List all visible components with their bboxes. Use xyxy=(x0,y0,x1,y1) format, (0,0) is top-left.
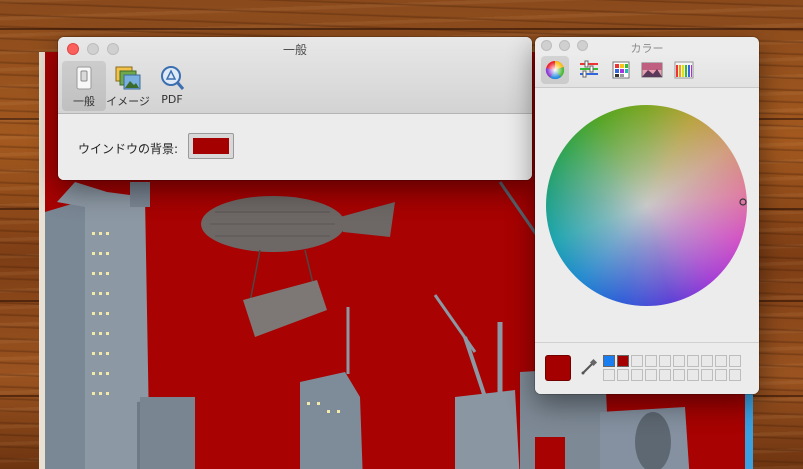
book-spine-edge xyxy=(745,392,753,469)
color-wheel-icon xyxy=(545,60,565,80)
color-swatch-slot[interactable] xyxy=(603,369,615,381)
color-wheel-area xyxy=(535,88,759,385)
color-swatch-slot[interactable] xyxy=(673,369,685,381)
preferences-content: ウインドウの背景: xyxy=(58,114,532,180)
color-swatch-slot[interactable] xyxy=(687,369,699,381)
color-swatch-slot[interactable] xyxy=(715,355,727,367)
color-swatch-slot[interactable] xyxy=(701,355,713,367)
preferences-toolbar: 一般 一般 イメージ PDF xyxy=(58,37,532,114)
color-swatch-slot[interactable] xyxy=(659,369,671,381)
color-swatch-slot[interactable] xyxy=(617,369,629,381)
color-sliders-icon xyxy=(580,60,598,78)
color-swatch-slot[interactable] xyxy=(687,355,699,367)
images-icon xyxy=(115,66,141,90)
eyedropper-icon[interactable] xyxy=(580,358,598,376)
tab-images[interactable]: イメージ xyxy=(106,61,150,111)
color-swatch-slot[interactable] xyxy=(645,355,657,367)
color-swatch-slot[interactable] xyxy=(659,355,671,367)
color-swatch-slot[interactable] xyxy=(617,355,629,367)
tab-color-sliders[interactable] xyxy=(575,56,603,84)
tab-pdf[interactable]: PDF xyxy=(150,61,194,111)
color-swatch-slot[interactable] xyxy=(673,355,685,367)
background-color-swatch xyxy=(193,138,229,154)
wood-plank-seam xyxy=(0,28,803,30)
color-swatch-slot[interactable] xyxy=(631,355,643,367)
color-swatch-slot[interactable] xyxy=(729,355,741,367)
tab-color-wheel[interactable] xyxy=(541,56,569,84)
color-swatch-slot[interactable] xyxy=(645,369,657,381)
window-background-color-well[interactable] xyxy=(188,133,234,159)
color-palettes-icon xyxy=(612,61,630,79)
color-swatches xyxy=(603,355,741,381)
current-color-well[interactable] xyxy=(545,355,571,381)
color-swatch-slot[interactable] xyxy=(631,369,643,381)
image-palettes-icon xyxy=(641,62,663,78)
preferences-window: 一般 一般 イメージ PDF ウインドウの背景: xyxy=(58,37,532,180)
color-panel: カラー xyxy=(535,37,759,394)
color-swatch-slot[interactable] xyxy=(715,369,727,381)
color-panel-bottom xyxy=(535,342,759,394)
tab-general[interactable]: 一般 xyxy=(62,61,106,111)
color-wheel[interactable] xyxy=(546,105,747,306)
color-wheel-handle[interactable] xyxy=(739,196,747,208)
general-switch-icon xyxy=(76,66,92,90)
color-swatch-slot[interactable] xyxy=(701,369,713,381)
pdf-magnifier-icon xyxy=(161,66,185,90)
tab-label: 一般 xyxy=(73,95,95,108)
tab-label: PDF xyxy=(161,93,183,106)
pencils-icon xyxy=(674,61,694,79)
tab-pencils[interactable] xyxy=(669,56,697,84)
window-background-label: ウインドウの背景: xyxy=(78,142,179,156)
color-swatch-slot[interactable] xyxy=(603,355,615,367)
tab-image-palettes[interactable] xyxy=(637,56,665,84)
window-title: 一般 xyxy=(282,43,307,57)
color-mode-tabs xyxy=(535,53,759,88)
tab-label: イメージ xyxy=(106,95,150,108)
tab-color-palettes[interactable] xyxy=(607,56,635,84)
color-swatch-slot[interactable] xyxy=(729,369,741,381)
